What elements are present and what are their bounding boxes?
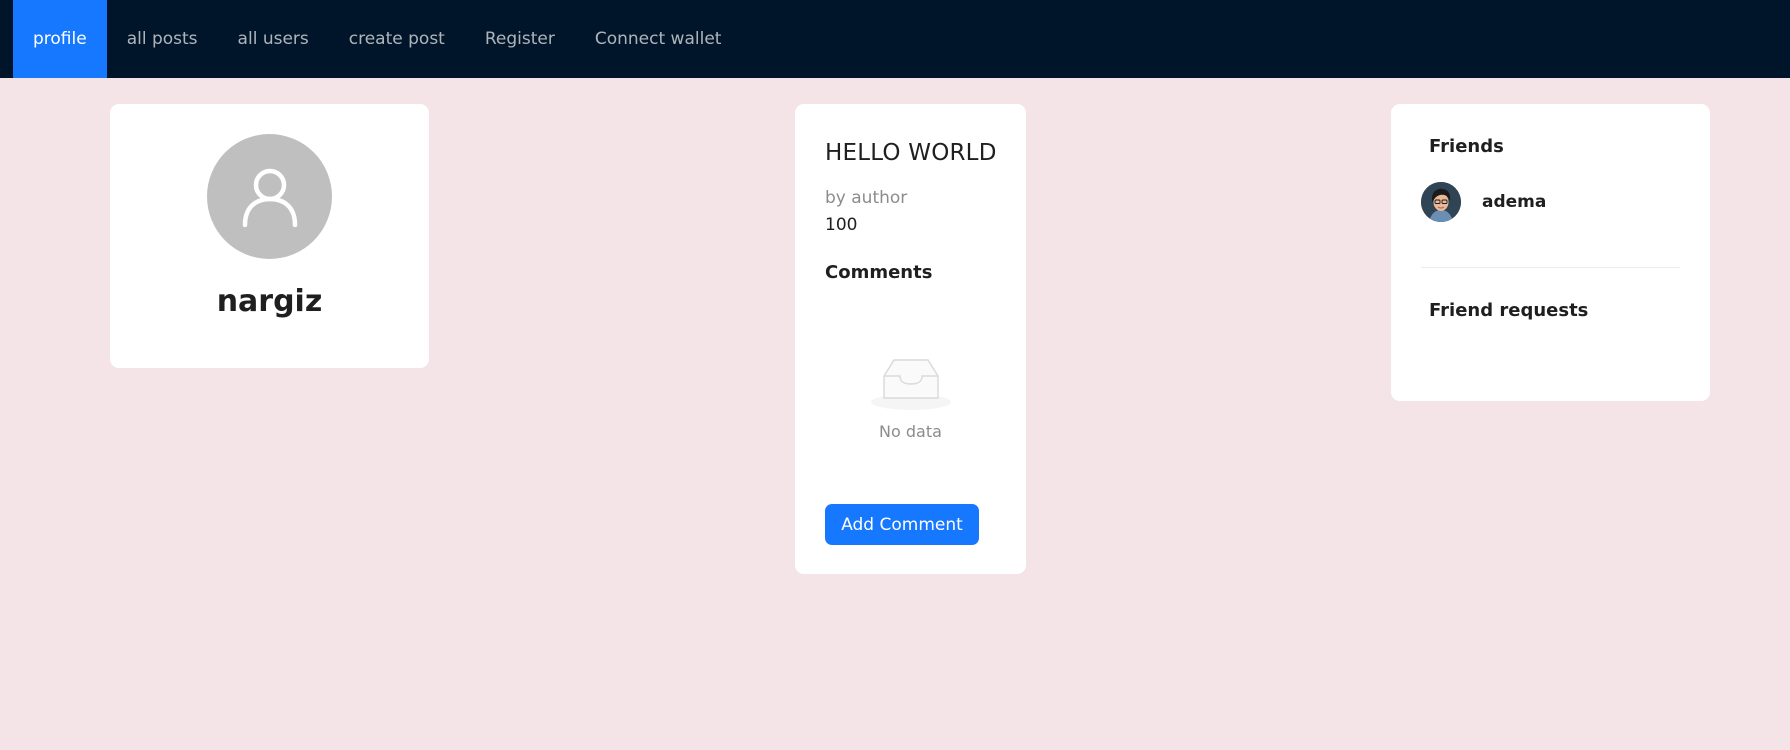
friend-requests-heading: Friend requests (1429, 300, 1589, 321)
post-title: HELLO WORLD (825, 140, 997, 166)
nav-item-register[interactable]: Register (465, 0, 575, 78)
post-card: HELLO WORLD by author 100 Comments No da… (795, 104, 1026, 574)
friend-name[interactable]: adema (1482, 192, 1546, 212)
add-comment-button[interactable]: Add Comment (825, 504, 979, 545)
profile-card: nargiz (110, 104, 429, 368)
nav-item-all-posts[interactable]: all posts (107, 0, 218, 78)
post-author: by author (825, 188, 908, 208)
friend-avatar (1421, 182, 1461, 222)
user-icon (242, 168, 297, 227)
divider (1421, 267, 1680, 268)
avatar (207, 134, 332, 259)
friends-card: Friends adema Friend requests (1391, 104, 1710, 401)
friend-item[interactable]: adema (1421, 182, 1546, 222)
profile-name: nargiz (216, 284, 323, 319)
nav-item-create-post[interactable]: create post (329, 0, 465, 78)
nav-item-profile[interactable]: profile (13, 0, 107, 78)
top-navigation: profile all posts all users create post … (0, 0, 1790, 78)
post-value: 100 (825, 215, 858, 235)
nav-item-all-users[interactable]: all users (218, 0, 329, 78)
friends-heading: Friends (1429, 136, 1504, 157)
nav-item-connect-wallet[interactable]: Connect wallet (575, 0, 742, 78)
empty-comments-text: No data (879, 422, 942, 441)
comments-heading: Comments (825, 262, 933, 283)
inbox-icon (871, 359, 951, 410)
